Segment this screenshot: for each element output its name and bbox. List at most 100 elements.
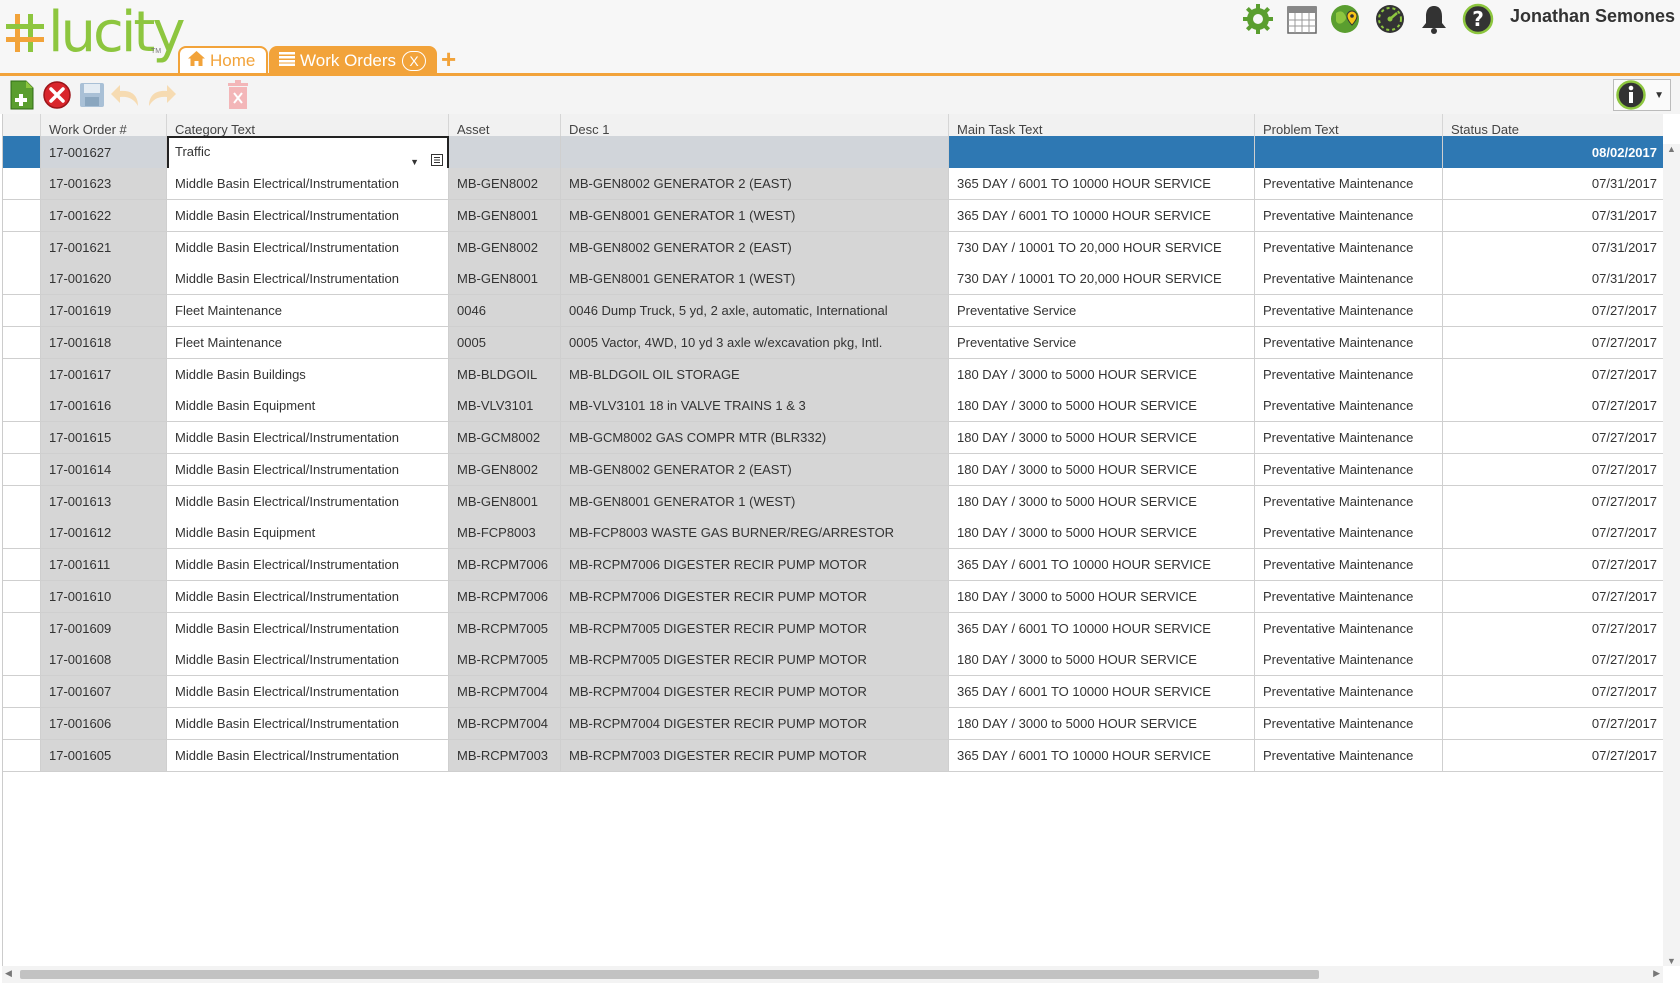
scroll-down-icon[interactable]: ▼ (1667, 956, 1676, 966)
cell-desc1[interactable]: 0046 Dump Truck, 5 yd, 2 axle, automatic… (561, 295, 949, 327)
cell-category[interactable]: Middle Basin Electrical/Instrumentation (167, 676, 449, 708)
cell-problem[interactable]: Preventative Maintenance (1255, 390, 1443, 423)
table-row-selected[interactable]: 17-001627 Traffic ▼ 08/02/2017 (3, 136, 1663, 170)
cell-problem[interactable]: Preventative Maintenance (1255, 358, 1443, 391)
cell-problem[interactable]: Preventative Maintenance (1255, 612, 1443, 645)
cell-status-date[interactable]: 07/31/2017 (1443, 168, 1663, 200)
cell-work-order[interactable]: 17-001621 (41, 231, 167, 264)
table-row[interactable]: 17-001608 Middle Basin Electrical/Instrum… (3, 644, 1663, 677)
row-selector[interactable] (3, 676, 41, 708)
cell-category[interactable]: Middle Basin Electrical/Instrumentation (167, 422, 449, 454)
table-row[interactable]: 17-001615 Middle Basin Electrical/Instrum… (3, 422, 1663, 454)
lucity-logo[interactable]: lucity TM (6, 0, 185, 65)
notifications-icon[interactable] (1416, 2, 1452, 36)
row-selector[interactable] (3, 612, 41, 645)
cell-main-task[interactable]: 180 DAY / 3000 to 5000 HOUR SERVICE (949, 644, 1255, 677)
row-selector[interactable] (3, 199, 41, 232)
horizontal-scrollbar[interactable]: ◀ ▶ (2, 966, 1663, 983)
cell-status-date[interactable]: 07/31/2017 (1443, 231, 1663, 264)
cell-main-task[interactable]: 180 DAY / 3000 to 5000 HOUR SERVICE (949, 707, 1255, 740)
cell-work-order[interactable]: 17-001613 (41, 485, 167, 518)
cell-problem[interactable]: Preventative Maintenance (1255, 263, 1443, 296)
vertical-scrollbar[interactable]: ▲ ▼ (1663, 144, 1680, 966)
cell-work-order[interactable]: 17-001622 (41, 199, 167, 232)
row-selector[interactable] (3, 390, 41, 423)
cell-category[interactable]: Middle Basin Electrical/Instrumentation (167, 485, 449, 518)
cell-asset[interactable]: MB-RCPM7004 (449, 707, 561, 740)
table-row[interactable]: 17-001623 Middle Basin Electrical/Instrum… (3, 168, 1663, 200)
cell-main-task[interactable]: 365 DAY / 6001 TO 10000 HOUR SERVICE (949, 739, 1255, 772)
cell-problem[interactable]: Preventative Maintenance (1255, 707, 1443, 740)
cell-desc1[interactable]: MB-GCM8002 GAS COMPR MTR (BLR332) (561, 422, 949, 454)
cell-main-task[interactable]: 365 DAY / 6001 TO 10000 HOUR SERVICE (949, 168, 1255, 200)
cell-status-date[interactable]: 07/31/2017 (1443, 199, 1663, 232)
cell-status-date[interactable]: 07/31/2017 (1443, 263, 1663, 296)
cell-work-order[interactable]: 17-001623 (41, 168, 167, 200)
delete-icon[interactable] (222, 79, 254, 111)
horizontal-scroll-thumb[interactable] (20, 970, 1319, 979)
cell-main-task[interactable]: 180 DAY / 3000 to 5000 HOUR SERVICE (949, 580, 1255, 613)
cell-desc1[interactable]: MB-RCPM7004 DIGESTER RECIR PUMP MOTOR (561, 676, 949, 708)
cell-asset[interactable]: MB-GEN8002 (449, 231, 561, 264)
cell-category[interactable]: Middle Basin Buildings (167, 358, 449, 391)
cell-problem[interactable]: Preventative Maintenance (1255, 485, 1443, 518)
cell-main-task[interactable]: 365 DAY / 6001 TO 10000 HOUR SERVICE (949, 549, 1255, 581)
cell-main-task[interactable]: Preventative Service (949, 326, 1255, 359)
cell-asset[interactable]: MB-RCPM7006 (449, 549, 561, 581)
scroll-up-icon[interactable]: ▲ (1667, 144, 1676, 154)
cell-main-task[interactable]: Preventative Service (949, 295, 1255, 327)
table-row[interactable]: 17-001616 Middle Basin Equipment MB-VLV310… (3, 390, 1663, 423)
cell-desc1[interactable]: MB-GEN8001 GENERATOR 1 (WEST) (561, 485, 949, 518)
cell-status-date[interactable]: 07/27/2017 (1443, 549, 1663, 581)
table-row[interactable]: 17-001613 Middle Basin Electrical/Instrum… (3, 485, 1663, 518)
table-row[interactable]: 17-001610 Middle Basin Electrical/Instrum… (3, 580, 1663, 613)
cell-problem[interactable]: Preventative Maintenance (1255, 676, 1443, 708)
cell-status-date[interactable]: 07/27/2017 (1443, 326, 1663, 359)
cell-asset[interactable]: MB-GEN8001 (449, 485, 561, 518)
cell-work-order[interactable]: 17-001614 (41, 453, 167, 486)
cell-desc1[interactable]: MB-RCPM7005 DIGESTER RECIR PUMP MOTOR (561, 612, 949, 645)
cell-category[interactable]: Middle Basin Electrical/Instrumentation (167, 263, 449, 296)
cell-asset[interactable]: MB-VLV3101 (449, 390, 561, 423)
cell-work-order[interactable]: 17-001607 (41, 676, 167, 708)
cell-category[interactable]: Middle Basin Equipment (167, 390, 449, 423)
row-selector[interactable] (3, 739, 41, 772)
cell-desc1[interactable]: MB-FCP8003 WASTE GAS BURNER/REG/ARRESTOR (561, 517, 949, 550)
save-icon[interactable] (76, 79, 108, 111)
cell-desc1[interactable]: MB-BLDGOIL OIL STORAGE (561, 358, 949, 391)
cell-work-order[interactable]: 17-001617 (41, 358, 167, 391)
table-row[interactable]: 17-001614 Middle Basin Electrical/Instrum… (3, 453, 1663, 486)
cell-main-task[interactable]: 365 DAY / 6001 TO 10000 HOUR SERVICE (949, 676, 1255, 708)
cell-category[interactable]: Middle Basin Electrical/Instrumentation (167, 549, 449, 581)
table-row[interactable]: 17-001617 Middle Basin Buildings MB-BLDGOI… (3, 358, 1663, 391)
cell-desc1[interactable]: 0005 Vactor, 4WD, 10 yd 3 axle w/excavat… (561, 326, 949, 359)
cell-status-date[interactable]: 07/27/2017 (1443, 612, 1663, 645)
cell-status-date[interactable]: 07/27/2017 (1443, 453, 1663, 486)
cell-status-date[interactable]: 07/27/2017 (1443, 485, 1663, 518)
cell-status-date[interactable]: 07/27/2017 (1443, 739, 1663, 772)
cell-problem[interactable]: Preventative Maintenance (1255, 199, 1443, 232)
lookup-list-icon[interactable] (431, 154, 443, 166)
cell-category[interactable]: Middle Basin Electrical/Instrumentation (167, 580, 449, 613)
cell-status-date[interactable]: 07/27/2017 (1443, 390, 1663, 423)
cell-main-task[interactable]: 730 DAY / 10001 TO 20,000 HOUR SERVICE (949, 263, 1255, 296)
cancel-icon[interactable] (41, 79, 73, 111)
cell-desc1[interactable]: MB-RCPM7003 DIGESTER RECIR PUMP MOTOR (561, 739, 949, 772)
row-selector[interactable] (3, 136, 41, 170)
cell-category[interactable]: Middle Basin Electrical/Instrumentation (167, 644, 449, 677)
cell-desc1[interactable]: MB-GEN8002 GENERATOR 2 (EAST) (561, 231, 949, 264)
cell-status-date[interactable]: 08/02/2017 (1443, 136, 1663, 170)
cell-work-order[interactable]: 17-001605 (41, 739, 167, 772)
cell-desc1[interactable] (561, 136, 949, 170)
close-tab-button[interactable]: X (402, 50, 427, 71)
cell-status-date[interactable]: 07/27/2017 (1443, 676, 1663, 708)
category-edit-field[interactable]: Traffic ▼ (167, 136, 449, 170)
cell-problem[interactable]: Preventative Maintenance (1255, 422, 1443, 454)
cell-asset[interactable]: MB-RCPM7003 (449, 739, 561, 772)
cell-category[interactable]: Middle Basin Electrical/Instrumentation (167, 199, 449, 232)
cell-work-order[interactable]: 17-001606 (41, 707, 167, 740)
cell-work-order[interactable]: 17-001627 (41, 136, 167, 170)
row-selector[interactable] (3, 231, 41, 264)
table-row[interactable]: 17-001622 Middle Basin Electrical/Instrum… (3, 199, 1663, 232)
cell-status-date[interactable]: 07/27/2017 (1443, 422, 1663, 454)
